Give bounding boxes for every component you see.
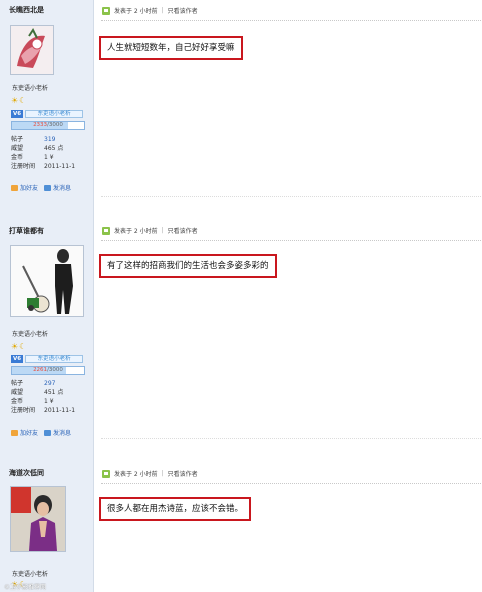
- level-title: 东吏语小老析: [25, 110, 84, 118]
- post-icon: [102, 6, 110, 15]
- level-badge: V6: [11, 355, 24, 363]
- avatar[interactable]: [10, 25, 54, 75]
- points-max: 3000: [48, 122, 63, 128]
- post-separator: [101, 438, 481, 439]
- points-current: 2333: [33, 122, 48, 128]
- add-friend-icon: [11, 429, 18, 436]
- points-bar: 2333/3000: [11, 121, 85, 130]
- divider: [101, 240, 481, 241]
- posted-time: 发表于 2 小时前: [114, 8, 158, 15]
- post-message: 人生就短短数年，自己好好享受嘛: [99, 36, 243, 60]
- stat-registered: 注册时间 2011-11-1: [11, 163, 76, 170]
- points-max: 3000: [48, 367, 63, 373]
- nickname: 东吏语小老析: [12, 85, 49, 92]
- stat-posts: 帖子 319: [11, 136, 56, 143]
- stat-prestige: 威望 465 点: [11, 145, 64, 152]
- message-icon: [44, 184, 52, 191]
- sun-medal-icon: ☀: [11, 342, 20, 351]
- posted-time: 发表于 2 小时前: [114, 471, 158, 478]
- level-badge: V6: [11, 110, 24, 118]
- points-bar: 2261/3000: [11, 366, 85, 375]
- stat-registered: 注册时间 2011-11-1: [11, 407, 76, 414]
- add-friend-button[interactable]: 加好友: [11, 183, 38, 192]
- divider: [101, 20, 481, 21]
- only-author-link[interactable]: 只看该作者: [168, 226, 198, 235]
- user-stats: 帖子 297 威望 451 点 金币 1 ¥ 注册时间 2011-11-1: [11, 379, 75, 415]
- post-meta: 发表于 2 小时前 | 只看该作者: [102, 469, 198, 478]
- post-icon: [102, 469, 110, 478]
- divider: [101, 483, 481, 484]
- post-message: 很多人都在用杰诗蓝，应该不会错。: [99, 497, 252, 521]
- watermark: ©卫小影推荐网: [4, 584, 47, 591]
- nickname: 东吏语小老析: [12, 331, 49, 338]
- moon-medal-icon: ☾: [19, 96, 28, 105]
- stat-posts: 帖子 297: [11, 380, 56, 387]
- avatar[interactable]: [10, 486, 66, 552]
- medals: ☀☾: [11, 96, 27, 105]
- username[interactable]: 海道次低同: [9, 468, 44, 478]
- only-author-link[interactable]: 只看该作者: [168, 469, 198, 478]
- level: V6 东吏语小老析: [11, 355, 84, 363]
- avatar[interactable]: [10, 245, 84, 317]
- add-friend-button[interactable]: 加好友: [11, 428, 38, 437]
- user-stats: 帖子 319 威望 465 点 金币 1 ¥ 注册时间 2011-11-1: [11, 135, 75, 171]
- send-message-button[interactable]: 发消息: [44, 183, 71, 192]
- user-actions: 加好友 发消息: [11, 183, 71, 192]
- post-meta: 发表于 2 小时前 | 只看该作者: [102, 6, 198, 15]
- points-current: 2261: [33, 367, 48, 373]
- stat-prestige: 威望 451 点: [11, 389, 64, 396]
- add-friend-icon: [11, 184, 18, 191]
- post-message: 有了这样的招商我们的生活也会多姿多彩的: [99, 254, 277, 278]
- username[interactable]: 打草谁都有: [9, 226, 44, 236]
- sun-medal-icon: ☀: [11, 96, 20, 105]
- level-title: 东吏语小老析: [25, 355, 84, 363]
- post-meta: 发表于 2 小时前 | 只看该作者: [102, 226, 198, 235]
- level: V6 东吏语小老析: [11, 110, 84, 118]
- nickname: 东吏语小老析: [12, 571, 49, 578]
- post-separator: [101, 196, 481, 197]
- stat-coins: 金币 1 ¥: [11, 398, 54, 405]
- post-icon: [102, 226, 110, 235]
- moon-medal-icon: ☾: [19, 342, 28, 351]
- posted-time: 发表于 2 小时前: [114, 228, 158, 235]
- stat-coins: 金币 1 ¥: [11, 154, 54, 161]
- send-message-button[interactable]: 发消息: [44, 428, 71, 437]
- user-actions: 加好友 发消息: [11, 428, 71, 437]
- medals: ☀☾: [11, 342, 27, 351]
- message-icon: [44, 429, 52, 436]
- only-author-link[interactable]: 只看该作者: [168, 6, 198, 15]
- username[interactable]: 长瞧西北是: [9, 5, 44, 15]
